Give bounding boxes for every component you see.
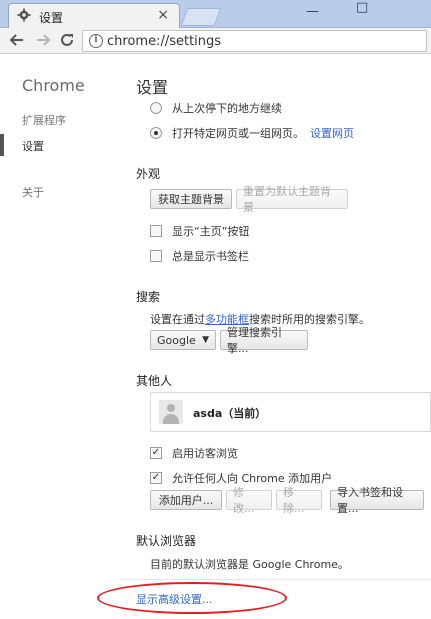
default-browser-description: 目前的默认浏览器是 Google Chrome。 (150, 558, 349, 571)
reset-theme-button[interactable]: 重置为默认主题背景 (236, 185, 348, 214)
edit-user-button[interactable]: 修改... (226, 486, 272, 515)
info-icon[interactable]: i (89, 34, 103, 48)
manage-search-engines-button[interactable]: 管理搜索引擎... (220, 326, 308, 355)
search-engine-select[interactable]: Google ▼ (150, 330, 216, 350)
forward-arrow-icon (37, 34, 50, 46)
reload-button[interactable] (58, 31, 76, 49)
search-heading: 搜索 (136, 290, 161, 304)
annotation-ellipse (97, 582, 287, 614)
back-button[interactable] (8, 31, 26, 49)
sidebar-item-about[interactable]: 关于 (22, 184, 44, 200)
url-text[interactable]: chrome://settings (107, 34, 221, 49)
reload-icon (61, 33, 73, 46)
sidebar-item-settings[interactable]: 设置 (22, 138, 44, 154)
close-tab-icon[interactable]: × (157, 7, 169, 23)
import-bookmarks-button[interactable]: 导入书签和设置... (330, 486, 424, 515)
checkbox[interactable] (150, 250, 162, 262)
enable-guest-option[interactable]: ✓ 启用访客浏览 (150, 445, 238, 461)
user-name[interactable]: asda（当前） (193, 405, 266, 421)
remove-user-button[interactable]: 移除... (276, 486, 322, 515)
new-tab-button[interactable] (180, 8, 222, 26)
dropdown-arrow-icon: ▼ (202, 335, 209, 345)
avatar-body (163, 414, 179, 424)
title-bar: 设置 × — □ (0, 0, 431, 28)
checkbox-label: 启用访客浏览 (172, 447, 238, 460)
user-list: asda（当前） (150, 392, 431, 432)
toolbar: i chrome://settings (0, 28, 431, 54)
sidebar-brand: Chrome (22, 76, 85, 95)
radio-button-checked[interactable] (150, 127, 162, 139)
minimize-icon[interactable]: — (306, 4, 319, 19)
maximize-icon[interactable]: □ (356, 0, 368, 15)
search-engine-value: Google (157, 333, 196, 347)
checkbox-checked[interactable]: ✓ (150, 472, 162, 484)
set-pages-link[interactable]: 设置网页 (310, 125, 354, 141)
tab-settings[interactable]: 设置 × (8, 3, 180, 28)
avatar (159, 400, 183, 424)
forward-button[interactable] (34, 31, 52, 49)
add-user-button[interactable]: 添加用户... (150, 490, 222, 510)
people-heading: 其他人 (136, 374, 173, 388)
tab-title: 设置 (39, 11, 64, 25)
default-browser-heading: 默认浏览器 (136, 534, 197, 548)
radio-label: 打开特定网页或一组网页。 (172, 127, 304, 140)
startup-specific-option[interactable]: 打开特定网页或一组网页。 设置网页 (150, 125, 354, 141)
active-indicator (0, 134, 4, 156)
avatar-head (167, 404, 175, 412)
show-home-option[interactable]: 显示“主页”按钮 (150, 223, 249, 239)
search-desc-prefix: 设置在通过 (150, 313, 205, 326)
sidebar-item-extensions[interactable]: 扩展程序 (22, 112, 66, 128)
address-bar[interactable]: i chrome://settings (82, 30, 427, 52)
appearance-heading: 外观 (136, 167, 161, 181)
startup-continue-option[interactable]: 从上次停下的地方继续 (150, 100, 282, 116)
radio-button[interactable] (150, 102, 162, 114)
get-themes-button[interactable]: 获取主题背景 (150, 189, 232, 209)
back-arrow-icon (10, 34, 23, 46)
divider (120, 579, 431, 580)
page-title: 设置 (136, 78, 169, 97)
show-bookmarks-option[interactable]: 总是显示书签栏 (150, 248, 249, 264)
checkbox-label: 总是显示书签栏 (172, 250, 249, 263)
checkbox-label: 显示“主页”按钮 (172, 225, 250, 238)
checkbox-checked[interactable]: ✓ (150, 447, 162, 459)
radio-label: 从上次停下的地方继续 (172, 102, 282, 115)
sidebar: Chrome 扩展程序 设置 关于 (0, 54, 120, 619)
gear-icon (17, 8, 31, 22)
checkbox[interactable] (150, 225, 162, 237)
